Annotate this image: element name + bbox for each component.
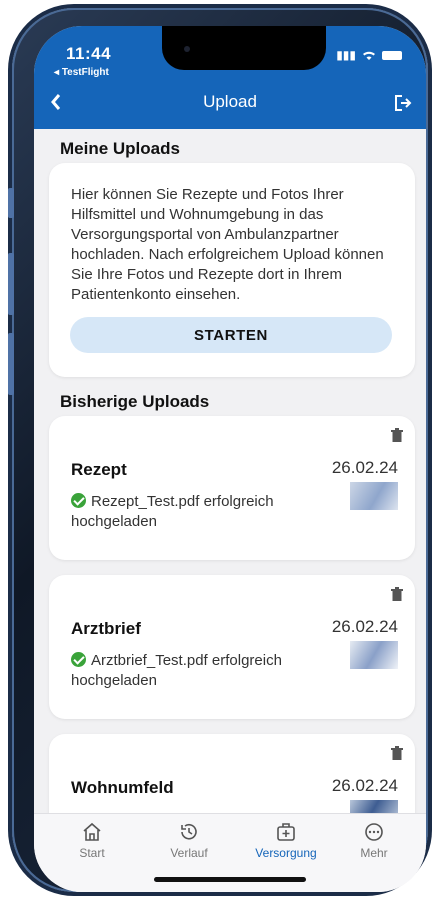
upload-title: Rezept bbox=[71, 460, 127, 479]
upload-thumbnail[interactable] bbox=[350, 800, 398, 814]
side-button bbox=[8, 333, 14, 395]
upload-status-text: Rezept_Test.pdf erfolgreich hochgeladen bbox=[71, 493, 274, 530]
camera bbox=[184, 46, 190, 52]
content-area[interactable]: Meine Uploads Hier können Sie Rezepte un… bbox=[34, 129, 426, 814]
tab-label: Verlauf bbox=[170, 846, 208, 860]
tab-mehr[interactable]: Mehr bbox=[334, 822, 414, 860]
status-time: 11:44 bbox=[66, 44, 112, 63]
logout-button[interactable] bbox=[394, 94, 412, 112]
tab-bar: Start Verlauf Versorgung Mehr bbox=[34, 813, 426, 892]
trash-icon[interactable] bbox=[391, 587, 403, 601]
status-icons: ▮▮▮ bbox=[336, 48, 402, 62]
upload-thumbnail[interactable] bbox=[350, 641, 398, 669]
upload-title: Arztbrief bbox=[71, 619, 141, 638]
tab-label: Start bbox=[79, 846, 105, 860]
intro-text: Hier können Sie Rezepte und Fotos Ihrer … bbox=[71, 186, 384, 303]
more-icon bbox=[365, 823, 383, 841]
trash-icon[interactable] bbox=[391, 428, 403, 442]
upload-thumbnail[interactable] bbox=[350, 482, 398, 510]
upload-card[interactable]: Arztbrief 26.02.24 Arztbrief_Test.pdf er… bbox=[49, 575, 415, 719]
app-screen: 11:44 ◂ TestFlight ▮▮▮ Upload Meine Uplo… bbox=[34, 26, 426, 892]
medical-bag-icon bbox=[277, 823, 295, 841]
upload-status: Rezept_Test.pdf erfolgreich hochgeladen bbox=[71, 492, 321, 532]
upload-card[interactable]: Rezept 26.02.24 Rezept_Test.pdf erfolgre… bbox=[49, 416, 415, 560]
signal-icon: ▮▮▮ bbox=[336, 48, 356, 62]
page-title: Upload bbox=[203, 92, 257, 111]
back-to-app-label: TestFlight bbox=[61, 67, 109, 78]
top-bar: 11:44 ◂ TestFlight ▮▮▮ Upload bbox=[34, 26, 426, 129]
upload-date: 26.02.24 bbox=[331, 617, 398, 636]
battery-icon bbox=[382, 50, 402, 60]
check-circle-icon bbox=[71, 652, 86, 667]
intro-card: Hier können Sie Rezepte und Fotos Ihrer … bbox=[49, 163, 415, 377]
check-circle-icon bbox=[71, 493, 86, 508]
history-icon bbox=[181, 823, 197, 840]
tab-versorgung[interactable]: Versorgung bbox=[246, 822, 326, 860]
tab-label: Versorgung bbox=[255, 846, 317, 860]
upload-date: 26.02.24 bbox=[331, 458, 398, 477]
tab-verlauf[interactable]: Verlauf bbox=[149, 822, 229, 860]
trash-icon[interactable] bbox=[391, 746, 403, 760]
home-indicator[interactable] bbox=[154, 877, 306, 882]
start-button[interactable]: STARTEN bbox=[70, 317, 392, 353]
upload-status: Arztbrief_Test.pdf erfolgreich hochgelad… bbox=[71, 651, 321, 691]
logout-icon bbox=[395, 95, 412, 111]
my-uploads-heading: Meine Uploads bbox=[60, 139, 180, 158]
tab-label: Mehr bbox=[360, 846, 388, 860]
wifi-icon bbox=[363, 51, 375, 60]
phone-frame: 11:44 ◂ TestFlight ▮▮▮ Upload Meine Uplo… bbox=[8, 8, 428, 892]
back-to-app-link[interactable]: ◂ TestFlight bbox=[54, 67, 109, 78]
upload-card[interactable]: Wohnumfeld 26.02.24 bbox=[49, 734, 415, 814]
nav-row: Upload bbox=[34, 90, 426, 126]
tab-start[interactable]: Start bbox=[52, 822, 132, 860]
previous-uploads-heading: Bisherige Uploads bbox=[60, 392, 210, 411]
upload-date: 26.02.24 bbox=[331, 776, 398, 795]
side-button bbox=[8, 253, 14, 315]
upload-title: Wohnumfeld bbox=[71, 778, 174, 797]
home-icon bbox=[83, 822, 101, 841]
upload-status-text: Arztbrief_Test.pdf erfolgreich hochgelad… bbox=[71, 652, 282, 689]
side-button bbox=[8, 188, 14, 218]
notch bbox=[162, 26, 326, 70]
